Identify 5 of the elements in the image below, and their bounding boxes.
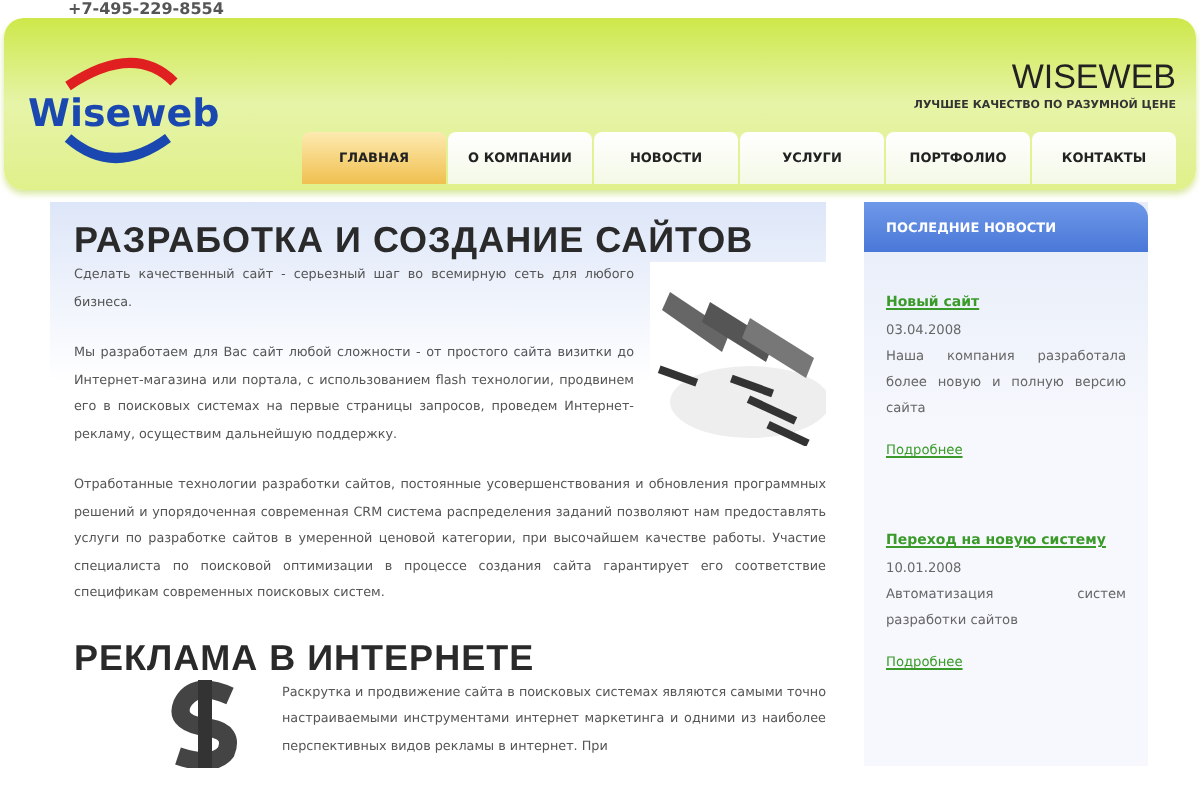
site-title: WISEWEB: [1011, 58, 1176, 97]
section-heading: РАЗРАБОТКА И СОЗДАНИЕ САЙТОВ: [74, 218, 756, 262]
phone-number: +7-495-229-8554: [68, 0, 226, 18]
logo[interactable]: Wiseweb: [24, 42, 224, 182]
section-heading: РЕКЛАМА В ИНТЕРНЕТЕ: [74, 635, 537, 679]
